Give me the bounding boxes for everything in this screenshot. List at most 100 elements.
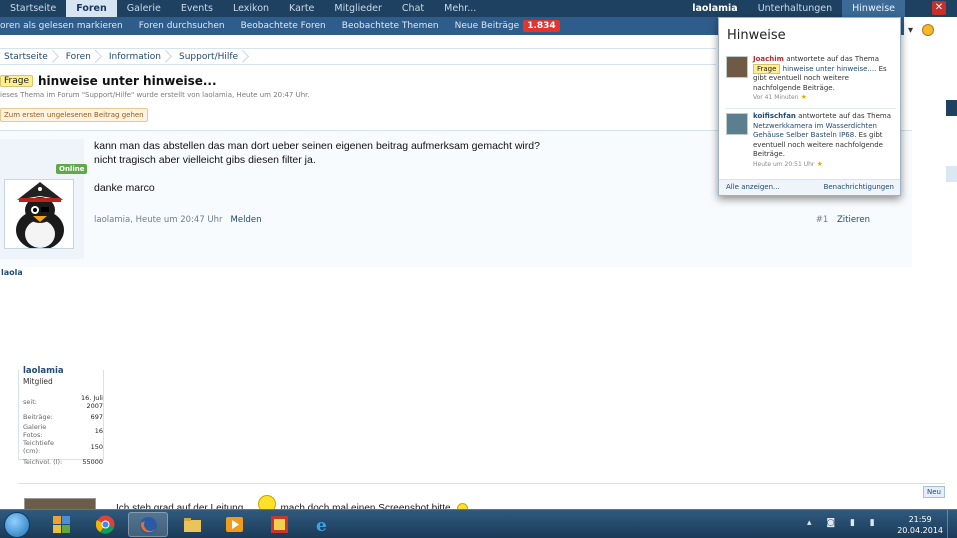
start-button[interactable]: [4, 512, 30, 538]
close-icon[interactable]: ✕: [932, 1, 946, 15]
avatar[interactable]: [726, 113, 748, 135]
alert-action: antwortete auf das Thema: [798, 112, 891, 120]
thread-info: ieses Thema im Forum "Support/Hilfe" wur…: [0, 91, 310, 99]
explorer-icon[interactable]: [42, 512, 82, 537]
stat-value: 55000: [82, 457, 103, 466]
dropdown-arrow-icon[interactable]: ▾: [908, 25, 913, 36]
stat-value: 150: [90, 443, 103, 451]
alert-thread-link[interactable]: hinweise unter hinweise....: [783, 65, 877, 73]
watched-forums-link[interactable]: Beobachtete Foren: [233, 21, 334, 31]
conversations-link[interactable]: Unterhaltungen: [748, 0, 842, 17]
stat-label: Teichvol. (l):: [23, 457, 63, 466]
mark-forums-read-link[interactable]: oren als gelesen markieren: [0, 21, 131, 31]
alert-action: antwortete auf das Thema: [786, 55, 880, 63]
new-posts-label: Neue Beiträge: [454, 21, 520, 31]
stat-label: Beiträge:: [23, 412, 53, 421]
clock-time: 21:59: [908, 515, 932, 524]
stat-value: 697: [90, 412, 103, 421]
tab-karte[interactable]: Karte: [279, 0, 324, 17]
photo-app-icon[interactable]: [260, 512, 300, 537]
account-navigation: laolamia Unterhaltungen Hinweise: [682, 0, 905, 17]
popup-title: Hinweise: [727, 28, 786, 43]
alert-text: Joachim antwortete auf das Thema Frage h…: [753, 55, 898, 103]
post-author-box: Online laolamia: [0, 139, 88, 277]
tab-startseite[interactable]: Startseite: [0, 0, 66, 17]
tab-galerie[interactable]: Galerie: [117, 0, 171, 17]
chrome-glyph: [96, 515, 115, 534]
popup-footer: Alle anzeigen... Benachrichtigungen: [719, 179, 900, 195]
stat-value: 16: [94, 427, 103, 435]
alert-user-link[interactable]: koifischfan: [753, 112, 796, 120]
pirate-penguin-avatar: [5, 180, 73, 248]
alert-time: Vor 41 Minuten: [753, 94, 799, 101]
stat-value: 16. Juli 2007: [80, 394, 103, 410]
stat-label: Galerie Fotos:: [23, 423, 47, 439]
smiley-icon[interactable]: [922, 24, 934, 36]
watched-threads-link[interactable]: Beobachtete Themen: [334, 21, 447, 31]
firefox-icon[interactable]: [128, 512, 168, 537]
post-controls: #1 Zitieren: [816, 215, 870, 225]
tab-mehr[interactable]: Mehr...: [434, 0, 486, 17]
breadcrumb-startseite[interactable]: Startseite: [0, 52, 62, 62]
divider: [726, 108, 896, 109]
show-desktop-button[interactable]: [947, 510, 957, 538]
sidebar-block: [946, 166, 957, 182]
breadcrumb-foren[interactable]: Foren: [62, 52, 105, 62]
folder-icon[interactable]: [173, 512, 213, 537]
stat-row: Galerie Fotos: 16: [23, 423, 103, 439]
user-name[interactable]: laolamia: [23, 366, 64, 376]
quote-link[interactable]: Zitieren: [837, 215, 870, 225]
report-link[interactable]: Melden: [231, 215, 262, 225]
alerts-link[interactable]: Hinweise: [842, 0, 905, 17]
tab-mitglieder[interactable]: Mitglieder: [324, 0, 392, 17]
alert-time: Heute um 20:51 Uhr: [753, 160, 815, 168]
search-forums-link[interactable]: Foren durchsuchen: [131, 21, 233, 31]
message-line: nicht tragisch aber vielleicht gibs dies…: [94, 154, 316, 166]
breadcrumb: Startseite Foren Information Support/Hil…: [0, 48, 716, 65]
internet-explorer-icon[interactable]: e: [303, 512, 343, 537]
tab-chat[interactable]: Chat: [392, 0, 434, 17]
first-unread-button[interactable]: Zum ersten ungelesenen Beitrag gehen: [0, 108, 148, 122]
blank-overlay-area: [22, 267, 932, 370]
new-badge: Neu: [923, 486, 945, 498]
user-stats-table: seit: 16. Juli 2007 Beiträge: 697 Galerie …: [23, 394, 103, 468]
tab-events[interactable]: Events: [171, 0, 223, 17]
alert-user-link[interactable]: Joachim: [753, 55, 784, 63]
top-navigation: Startseite Foren Galerie Events Lexikon …: [0, 0, 957, 17]
stat-row: Beiträge: 697: [23, 410, 103, 423]
breadcrumb-information[interactable]: Information: [105, 52, 175, 62]
system-tray: ▴ ◙ ▮ ▮ 21:59 20.04.2014: [807, 510, 957, 538]
avatar[interactable]: [4, 179, 74, 249]
breadcrumb-support-hilfe[interactable]: Support/Hilfe: [175, 52, 252, 62]
star-icon: ★: [800, 93, 808, 101]
message-line: [94, 167, 540, 181]
tab-foren[interactable]: Foren: [66, 0, 117, 17]
post-footer: laolamia, Heute um 20:47 Uhr Melden: [94, 215, 261, 225]
online-badge: Online: [56, 164, 88, 174]
media-player-glyph: [226, 517, 243, 532]
alert-text: koifischfan antwortete auf das Thema Net…: [753, 112, 898, 169]
stat-row: Teichvol. (l): 55000: [23, 455, 103, 468]
svg-text:e: e: [316, 516, 327, 534]
message-line: danke marco: [94, 182, 155, 194]
alerts-popup: Hinweise Joachim antwortete auf das Them…: [718, 17, 901, 196]
explorer-glyph: [53, 516, 70, 533]
tab-lexikon[interactable]: Lexikon: [223, 0, 279, 17]
post-number-link[interactable]: #1: [816, 215, 829, 225]
folder-glyph: [184, 518, 201, 532]
chrome-icon[interactable]: [86, 512, 126, 537]
tray-icons[interactable]: ▴ ◙ ▮ ▮: [807, 518, 881, 528]
sidebar-block: [946, 100, 957, 116]
clock[interactable]: 21:59 20.04.2014: [897, 514, 943, 536]
stat-label: Teichtiefe (cm):: [23, 439, 55, 455]
post-meta[interactable]: laolamia, Heute um 20:47 Uhr: [94, 215, 223, 225]
media-player-icon[interactable]: [215, 512, 255, 537]
stat-row: Teichtiefe (cm): 150: [23, 439, 103, 455]
notification-settings-link[interactable]: Benachrichtigungen: [824, 183, 894, 191]
new-posts-link[interactable]: Neue Beiträge 1.834: [447, 20, 568, 32]
show-all-alerts-link[interactable]: Alle anzeigen...: [726, 183, 780, 191]
avatar[interactable]: [726, 56, 748, 78]
new-posts-count-badge: 1.834: [523, 20, 560, 32]
user-menu[interactable]: laolamia: [682, 0, 747, 17]
thread-prefix: Frage: [753, 63, 781, 74]
